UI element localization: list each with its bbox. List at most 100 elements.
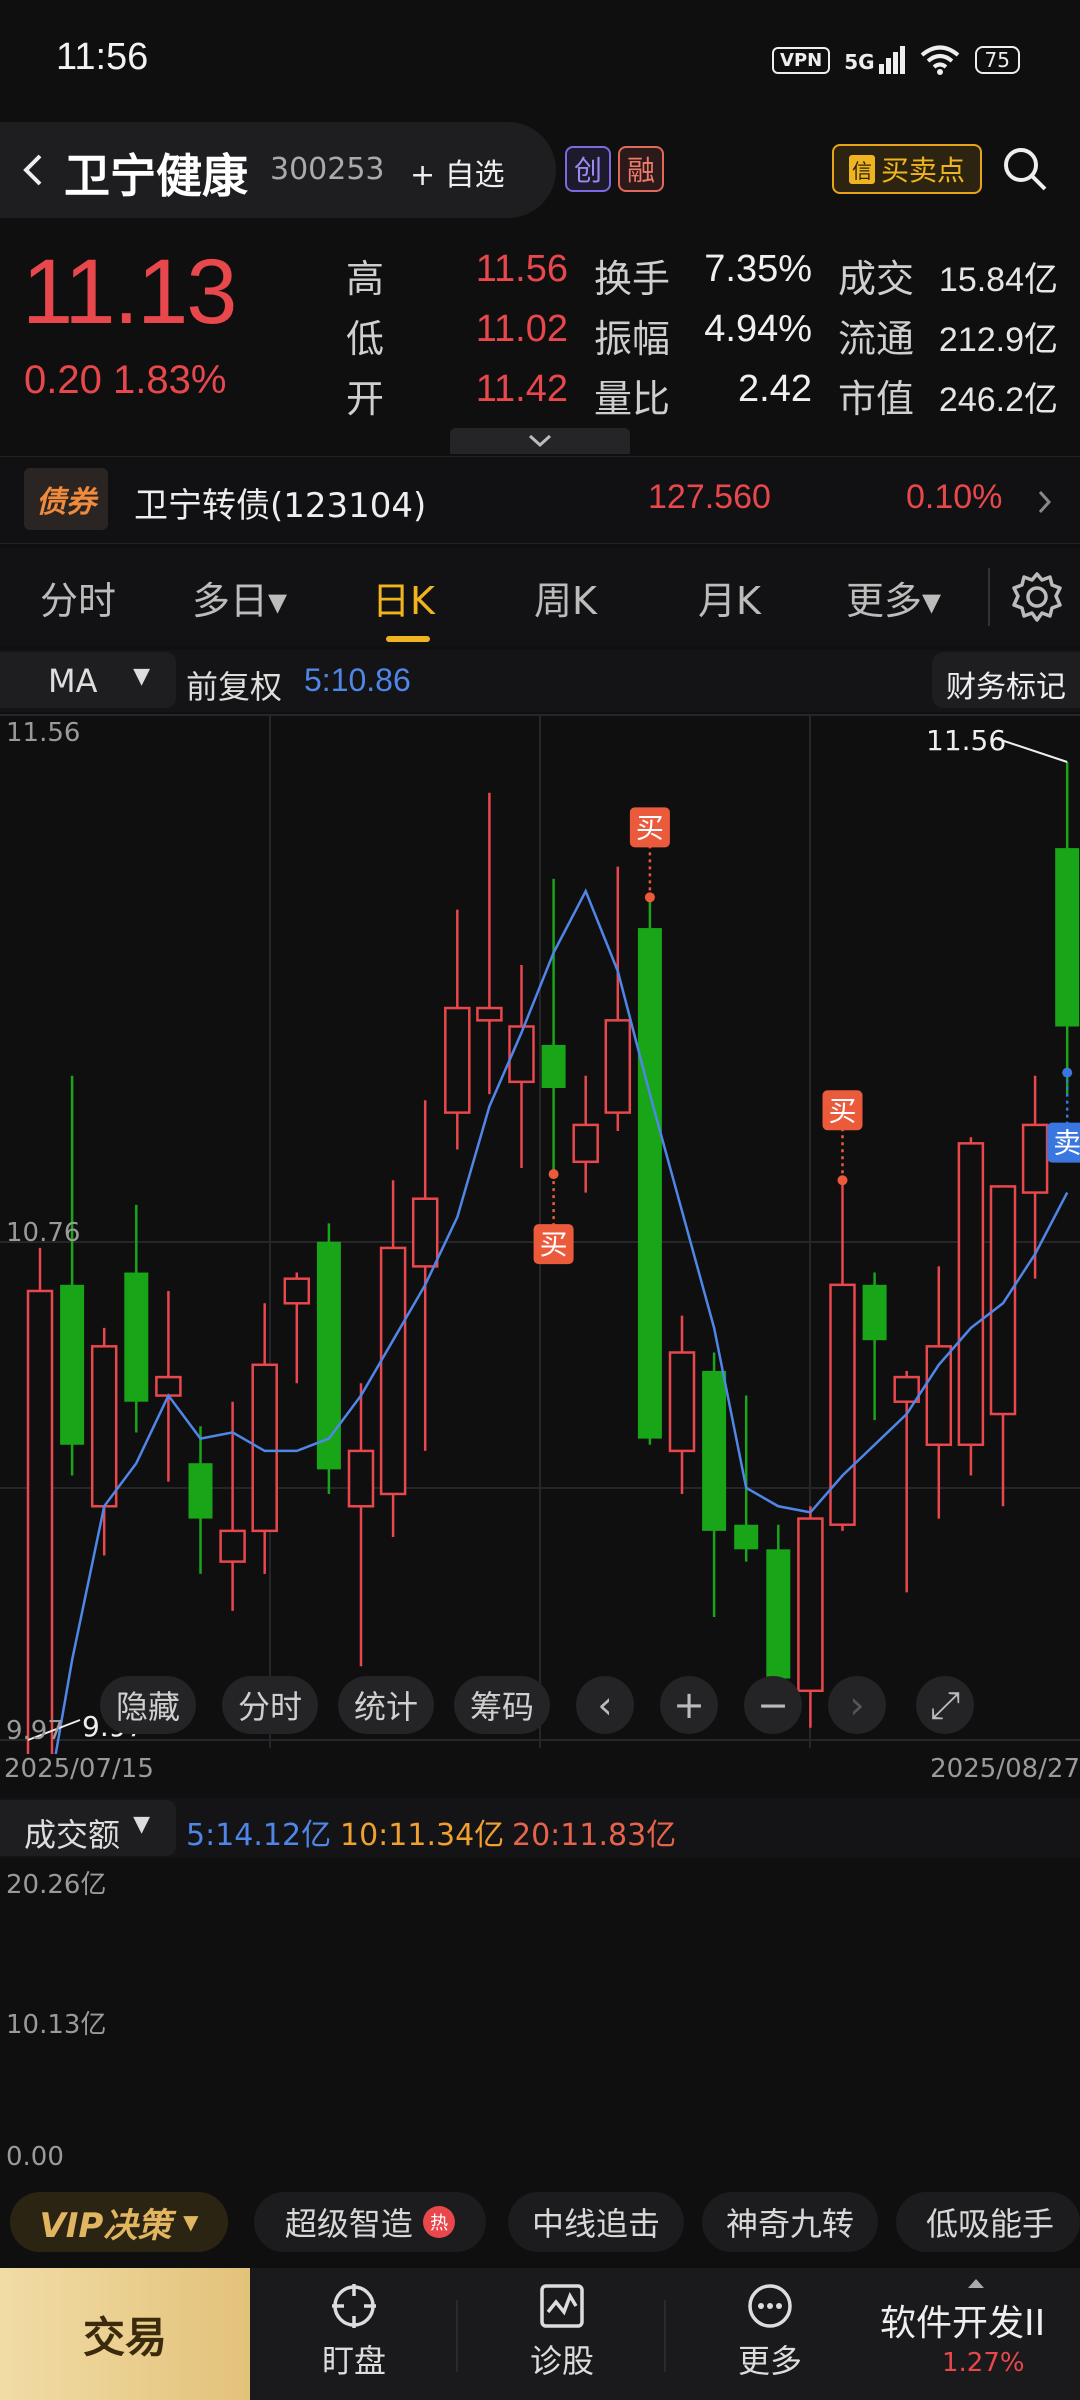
- y-max-label: 11.56: [6, 718, 81, 748]
- tab-monthly-k[interactable]: 月K: [698, 570, 761, 625]
- nav-diagnose[interactable]: 诊股: [492, 2282, 632, 2382]
- buy-sell-point-button[interactable]: 信 买卖点: [832, 144, 982, 194]
- date-axis: 2025/07/15 2025/08/27: [0, 1752, 1080, 1790]
- chevron-down-icon: [528, 434, 552, 448]
- candle-body: [829, 1283, 856, 1526]
- marker-label: 卖: [1053, 1127, 1080, 1160]
- k-line-chart[interactable]: 买买买卖: [0, 712, 1080, 1754]
- nav-watch[interactable]: 盯盘: [284, 2282, 424, 2382]
- scroll-right-icon: ›: [828, 1676, 886, 1734]
- hot-icon: 热: [423, 2206, 456, 2238]
- open-label: 开: [346, 377, 385, 421]
- buy-sell-point-label: 买卖点: [880, 154, 965, 187]
- vip-decision-button[interactable]: VIP决策 ▼: [10, 2192, 228, 2252]
- scroll-left-icon[interactable]: ‹: [576, 1676, 634, 1734]
- trade-button[interactable]: 交易: [0, 2268, 250, 2400]
- candle-body: [604, 1019, 632, 1114]
- low-label: 低: [346, 317, 385, 361]
- financial-mark-button[interactable]: 财务标记: [932, 652, 1080, 708]
- turnover-ma20: 20:11.83亿: [512, 1818, 677, 1853]
- bond-badge: 债券: [24, 468, 108, 530]
- target-icon: [332, 2284, 376, 2328]
- tab-more[interactable]: 更多▾: [846, 570, 941, 625]
- diagnose-chart-icon: [540, 2284, 584, 2328]
- zoom-out-icon[interactable]: −: [744, 1676, 802, 1734]
- marker-dot: [548, 1169, 559, 1180]
- bond-change: 0.10%: [906, 478, 1003, 516]
- tab-intraday[interactable]: 分时: [40, 570, 116, 625]
- strategy-mid-term[interactable]: 中线追击: [508, 2192, 684, 2252]
- nav-more[interactable]: 更多: [700, 2282, 840, 2382]
- stock-header: 卫宁健康 300253 + 自选: [0, 122, 556, 218]
- open-value: 11.42: [475, 368, 568, 410]
- intraday-button[interactable]: 分时: [222, 1676, 318, 1734]
- candle-body: [702, 1370, 727, 1531]
- candle-body: [155, 1375, 182, 1397]
- low-value: 11.02: [475, 308, 568, 350]
- end-date: 2025/08/27: [930, 1754, 1080, 1784]
- adjust-mode[interactable]: 前复权: [186, 662, 282, 708]
- candle-body: [989, 1185, 1017, 1416]
- chinext-badge: 创: [565, 146, 611, 192]
- high-value: 11.56: [475, 248, 568, 290]
- marker-label: 买: [828, 1094, 856, 1127]
- candle-body: [862, 1284, 887, 1341]
- zoom-in-icon[interactable]: +: [660, 1676, 718, 1734]
- tab-weekly-k[interactable]: 周K: [534, 570, 597, 625]
- marker-label: 买: [540, 1228, 568, 1261]
- start-date: 2025/07/15: [4, 1754, 154, 1784]
- volume-ratio-value: 2.42: [738, 368, 812, 410]
- turnover-select[interactable]: 成交额 ▼: [0, 1800, 176, 1856]
- y-mid-label: 10.76: [6, 1218, 81, 1248]
- candle-body: [766, 1549, 791, 1679]
- candle-body: [316, 1241, 341, 1470]
- search-icon[interactable]: [1000, 144, 1050, 194]
- sector-name[interactable]: 软件开发II: [880, 2294, 1045, 2346]
- candle-body: [541, 1044, 566, 1088]
- hide-button[interactable]: 隐藏: [100, 1676, 196, 1734]
- chips-button[interactable]: 筹码: [454, 1676, 550, 1734]
- vol-mid-label: 10.13亿: [6, 2010, 107, 2040]
- candle-body: [957, 1142, 985, 1447]
- candle-body: [668, 1351, 696, 1453]
- vol-min-label: 0.00: [6, 2142, 64, 2172]
- market-cap-label: 市值: [838, 377, 915, 421]
- bond-price: 127.560: [648, 478, 771, 516]
- fullscreen-icon[interactable]: ⤢: [916, 1676, 974, 1734]
- candle-body: [60, 1284, 85, 1445]
- marker-dot: [1062, 1067, 1073, 1078]
- volume-label: 成交: [838, 257, 915, 301]
- strategy-low-buy[interactable]: 低吸能手: [896, 2192, 1080, 2252]
- strategy-super-manufacturing[interactable]: 超级智造 热: [254, 2192, 486, 2252]
- high-label: 高: [346, 257, 385, 301]
- margin-badge: 融: [618, 146, 664, 192]
- more-dots-icon: [748, 2284, 792, 2328]
- clock: 11:56: [56, 36, 149, 78]
- candle-body: [26, 1289, 54, 1754]
- back-arrow-icon[interactable]: [12, 148, 56, 192]
- candle-body: [347, 1449, 375, 1508]
- settings-gear-icon[interactable]: [1010, 570, 1064, 624]
- expand-quote-button[interactable]: [450, 428, 630, 454]
- turnover-ma10: 10:11.34亿: [340, 1818, 505, 1853]
- status-icons: VPN 5G 75: [772, 44, 1020, 76]
- nav-divider: [456, 2300, 458, 2372]
- candle-body: [893, 1375, 920, 1403]
- vpn-icon: VPN: [772, 46, 831, 74]
- ma-indicator-select[interactable]: MA ▼: [0, 652, 176, 708]
- statistics-button[interactable]: 统计: [338, 1676, 434, 1734]
- tab-multi-day[interactable]: 多日▾: [192, 570, 287, 625]
- candle-body: [925, 1345, 953, 1447]
- marker-label: 买: [636, 811, 664, 844]
- tab-daily-k[interactable]: 日K: [372, 570, 435, 625]
- signal-icon: 5G: [844, 46, 905, 74]
- vol-max-label: 20.26亿: [6, 1870, 107, 1900]
- turnover-value: 7.35%: [704, 248, 812, 290]
- add-favorite-button[interactable]: + 自选: [410, 150, 505, 194]
- chevron-right-icon: [1038, 490, 1052, 514]
- candle-body: [1055, 848, 1080, 1027]
- strategy-magic-nine[interactable]: 神奇九转: [702, 2192, 878, 2252]
- candle-body: [379, 1246, 407, 1496]
- xin-icon: 信: [848, 154, 875, 184]
- caret-up-icon: [968, 2279, 984, 2288]
